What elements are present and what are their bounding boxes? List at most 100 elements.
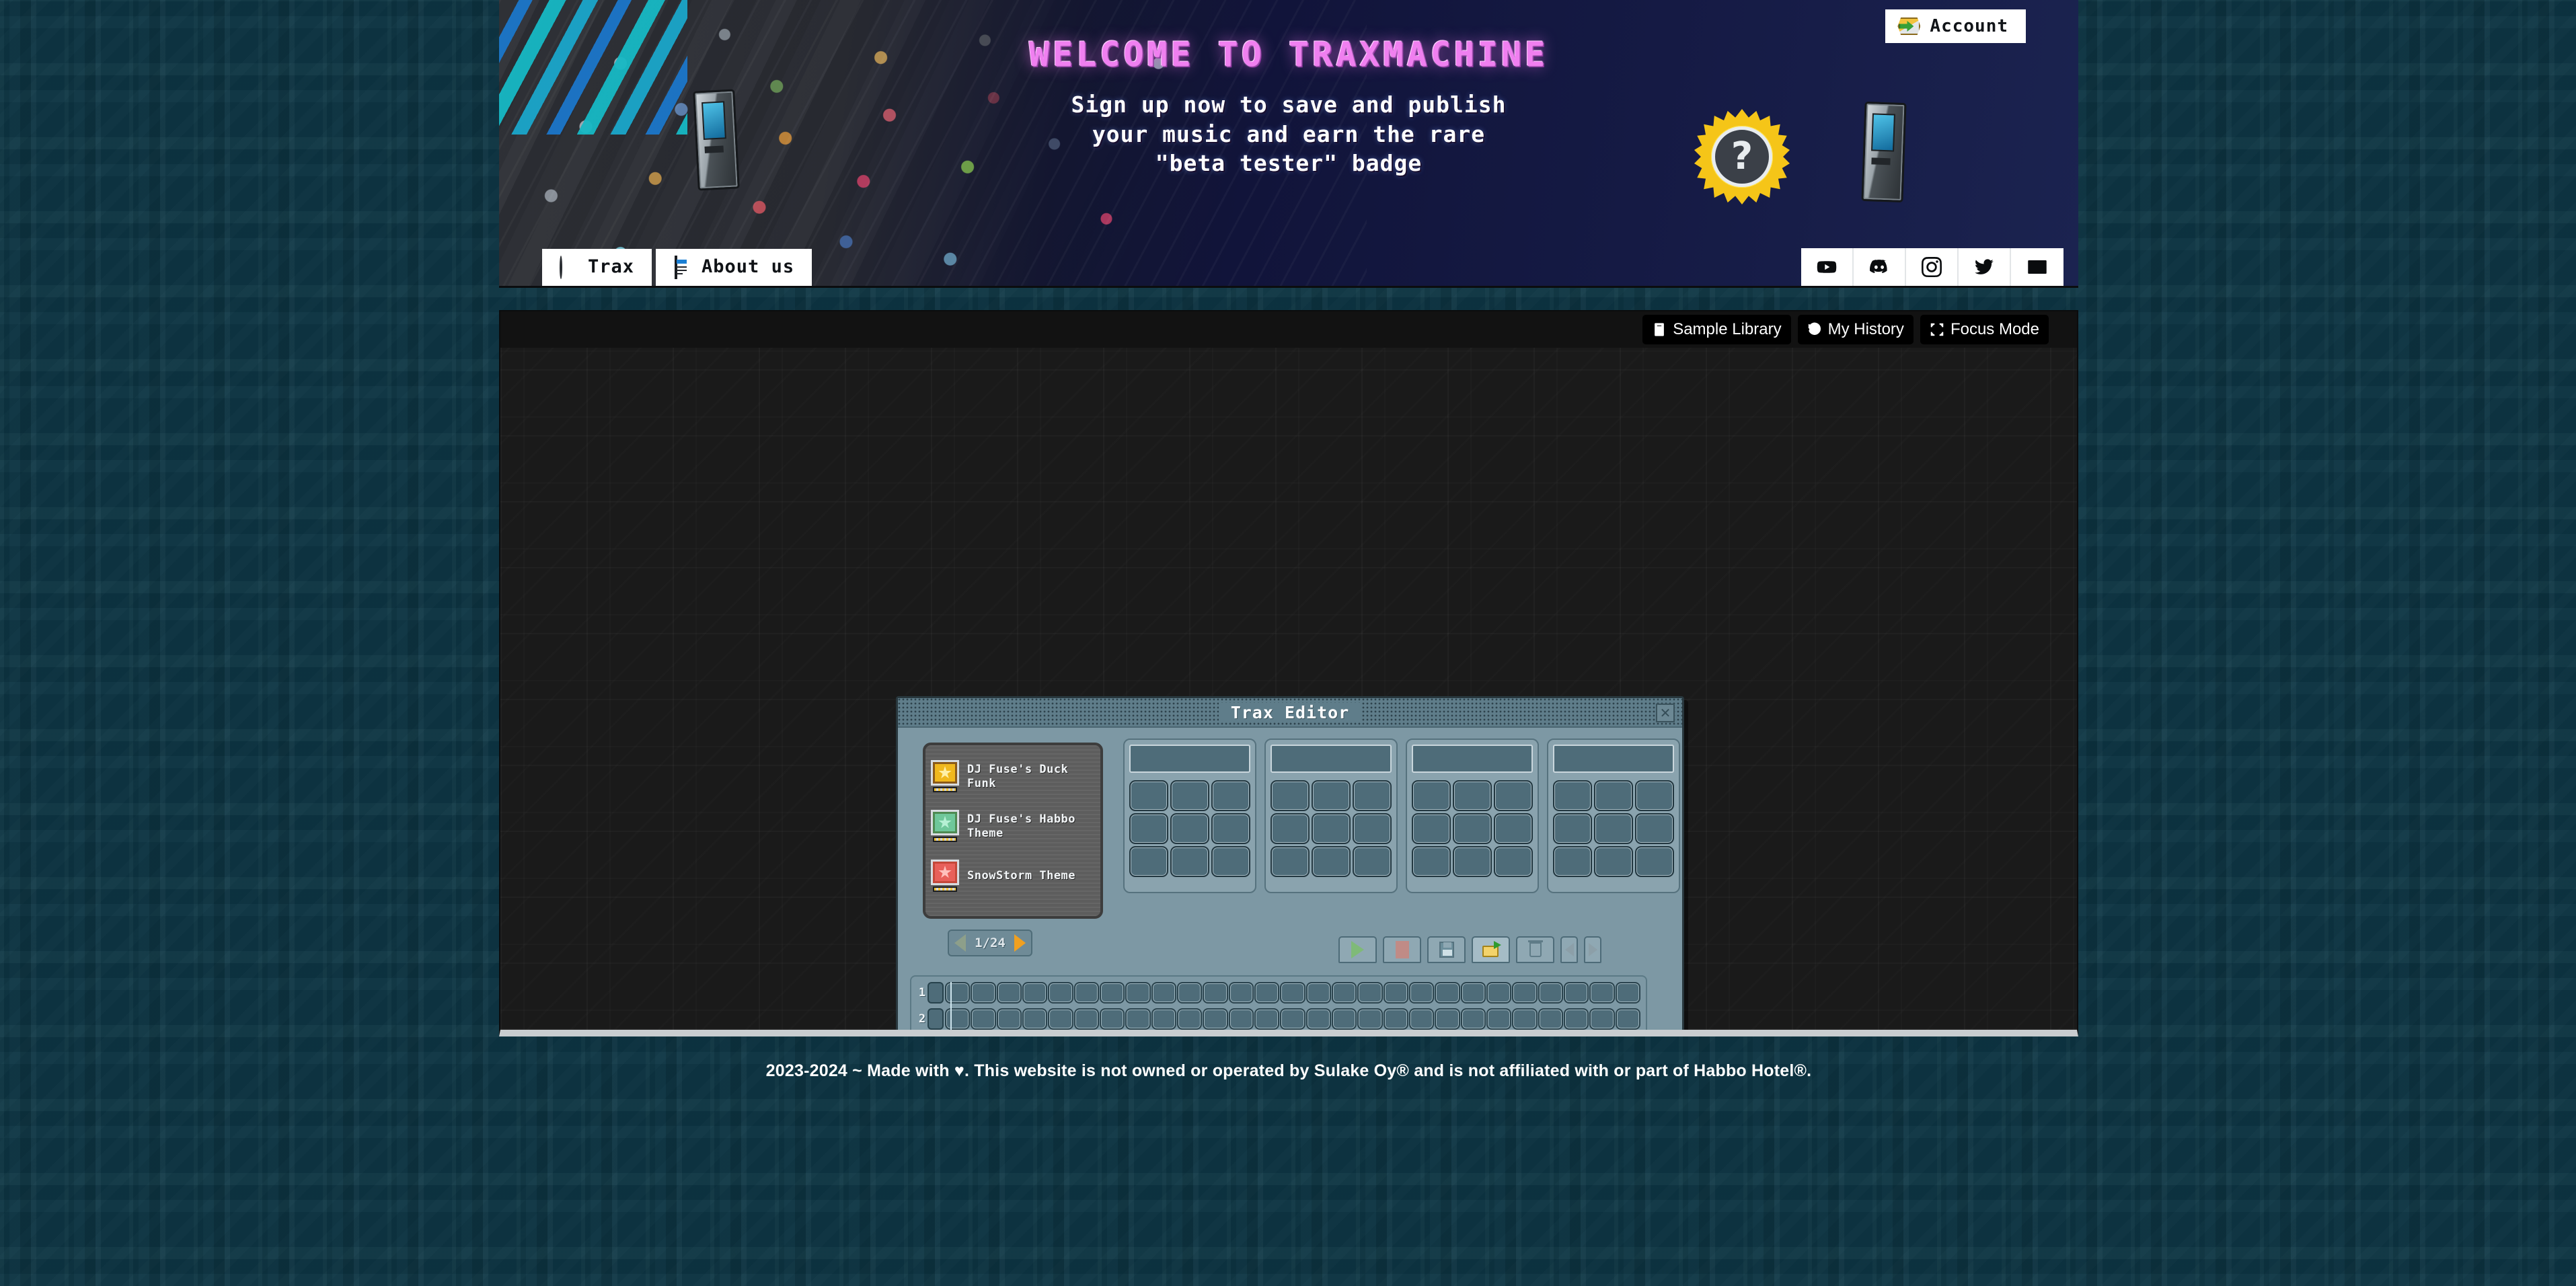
track-cell[interactable] bbox=[1589, 1008, 1615, 1030]
track-cell[interactable] bbox=[945, 1034, 970, 1036]
track-cell[interactable] bbox=[1022, 1034, 1047, 1036]
next-button[interactable] bbox=[1584, 936, 1601, 963]
track-cell[interactable] bbox=[1228, 982, 1254, 1004]
list-item[interactable]: DJ Fuse's Habbo Theme bbox=[931, 802, 1095, 852]
sample-slot[interactable] bbox=[1553, 846, 1592, 877]
sample-slot[interactable] bbox=[1312, 813, 1351, 844]
sample-slot[interactable] bbox=[1271, 813, 1310, 844]
sample-panel[interactable] bbox=[1123, 739, 1256, 893]
sample-slot[interactable] bbox=[1635, 846, 1674, 877]
track-header-slot[interactable] bbox=[927, 982, 944, 1004]
track-cell[interactable] bbox=[1176, 1008, 1203, 1030]
sample-slot[interactable] bbox=[1312, 780, 1351, 811]
track-cell[interactable] bbox=[1099, 1008, 1125, 1030]
list-item[interactable]: DJ Fuse's Duck Funk bbox=[931, 752, 1095, 802]
track-cell[interactable] bbox=[1254, 982, 1280, 1004]
next-page-arrow-icon[interactable] bbox=[1014, 934, 1026, 952]
track-cell[interactable] bbox=[1331, 1008, 1357, 1030]
sample-slot[interactable] bbox=[1494, 813, 1533, 844]
track-cell[interactable] bbox=[1280, 1008, 1305, 1030]
track-cell[interactable] bbox=[971, 1008, 996, 1030]
track-cell[interactable] bbox=[1151, 982, 1176, 1004]
sample-slot[interactable] bbox=[1412, 846, 1451, 877]
track-cell[interactable] bbox=[1151, 1008, 1176, 1030]
sample-slot[interactable] bbox=[1211, 780, 1250, 811]
track-cell[interactable] bbox=[1435, 982, 1460, 1004]
track-cell[interactable] bbox=[1306, 1034, 1331, 1036]
track-cell[interactable] bbox=[1332, 1034, 1357, 1036]
track-cell[interactable] bbox=[1435, 1008, 1460, 1030]
track-cell[interactable] bbox=[1538, 982, 1563, 1004]
track-cell[interactable] bbox=[1589, 982, 1615, 1004]
instagram-icon[interactable] bbox=[1906, 248, 1959, 286]
track-cell[interactable] bbox=[1022, 982, 1048, 1004]
track-cell[interactable] bbox=[1357, 1008, 1383, 1030]
close-icon[interactable]: ✕ bbox=[1656, 704, 1675, 722]
track-cell[interactable] bbox=[945, 1008, 971, 1030]
play-button[interactable] bbox=[1338, 936, 1377, 963]
track-cell[interactable] bbox=[1563, 1008, 1589, 1030]
sample-slot[interactable] bbox=[1635, 780, 1674, 811]
track-cell[interactable] bbox=[1203, 1034, 1227, 1036]
sample-slot[interactable] bbox=[1453, 813, 1492, 844]
sample-slot[interactable] bbox=[1594, 846, 1633, 877]
my-history-button[interactable]: My History bbox=[1797, 315, 1914, 344]
sample-slot[interactable] bbox=[1635, 813, 1674, 844]
sample-slot[interactable] bbox=[1129, 813, 1168, 844]
discord-icon[interactable] bbox=[1854, 248, 1906, 286]
focus-mode-button[interactable]: Focus Mode bbox=[1920, 315, 2049, 344]
track-cell[interactable] bbox=[971, 982, 996, 1004]
track-cell[interactable] bbox=[1125, 982, 1151, 1004]
track-cell[interactable] bbox=[1616, 1034, 1640, 1036]
track-cell[interactable] bbox=[1022, 1008, 1048, 1030]
sample-slot[interactable] bbox=[1271, 846, 1310, 877]
sample-slot[interactable] bbox=[1211, 813, 1250, 844]
track-cell[interactable] bbox=[1589, 1034, 1614, 1036]
track-cell[interactable] bbox=[1073, 982, 1099, 1004]
email-icon[interactable] bbox=[2011, 248, 2063, 286]
track-cell[interactable] bbox=[1125, 1034, 1150, 1036]
track-cell[interactable] bbox=[1151, 1034, 1176, 1036]
track-cell[interactable] bbox=[1486, 1034, 1511, 1036]
sample-slot[interactable] bbox=[1412, 780, 1451, 811]
track-cell[interactable] bbox=[1357, 982, 1383, 1004]
track-header-slot[interactable] bbox=[927, 1034, 944, 1036]
list-item[interactable]: SnowStorm Theme bbox=[931, 852, 1095, 901]
tab-about-us[interactable]: About us bbox=[656, 249, 812, 286]
track-cell[interactable] bbox=[1538, 1008, 1563, 1030]
sample-panel[interactable] bbox=[1406, 739, 1539, 893]
stop-button[interactable] bbox=[1383, 936, 1421, 963]
track-cell[interactable] bbox=[1125, 1008, 1151, 1030]
sample-slot[interactable] bbox=[1553, 813, 1592, 844]
track-cell[interactable] bbox=[1461, 1034, 1486, 1036]
track-cell[interactable] bbox=[1280, 1034, 1305, 1036]
sample-slot[interactable] bbox=[1170, 846, 1209, 877]
track-cell[interactable] bbox=[1384, 1034, 1408, 1036]
sample-slot[interactable] bbox=[1594, 813, 1633, 844]
track-cell[interactable] bbox=[1460, 1008, 1486, 1030]
track-cell[interactable] bbox=[1177, 1034, 1202, 1036]
sample-slot[interactable] bbox=[1129, 780, 1168, 811]
track-cell[interactable] bbox=[1229, 1034, 1254, 1036]
delete-button[interactable] bbox=[1516, 936, 1554, 963]
track-cell[interactable] bbox=[1280, 982, 1305, 1004]
track-cell[interactable] bbox=[1048, 1034, 1073, 1036]
sample-slot[interactable] bbox=[1312, 846, 1351, 877]
track-cell[interactable] bbox=[1305, 982, 1331, 1004]
track-cell[interactable] bbox=[971, 1034, 995, 1036]
sample-slot[interactable] bbox=[1353, 780, 1392, 811]
track-cell[interactable] bbox=[1203, 982, 1228, 1004]
twitter-icon[interactable] bbox=[1959, 248, 2011, 286]
sample-slot[interactable] bbox=[1211, 846, 1250, 877]
sample-slot[interactable] bbox=[1271, 780, 1310, 811]
sample-library-button[interactable]: Sample Library bbox=[1642, 315, 1791, 344]
track-cell[interactable] bbox=[1383, 982, 1408, 1004]
track-header-slot[interactable] bbox=[927, 1008, 944, 1030]
sample-slot[interactable] bbox=[1170, 780, 1209, 811]
prev-button[interactable] bbox=[1560, 936, 1578, 963]
sample-slot[interactable] bbox=[1453, 846, 1492, 877]
trax-editor-titlebar[interactable]: Trax Editor ✕ bbox=[898, 698, 1682, 728]
track-cell[interactable] bbox=[1615, 982, 1640, 1004]
playhead-marker[interactable] bbox=[950, 982, 952, 1030]
sample-panel[interactable] bbox=[1547, 739, 1680, 893]
